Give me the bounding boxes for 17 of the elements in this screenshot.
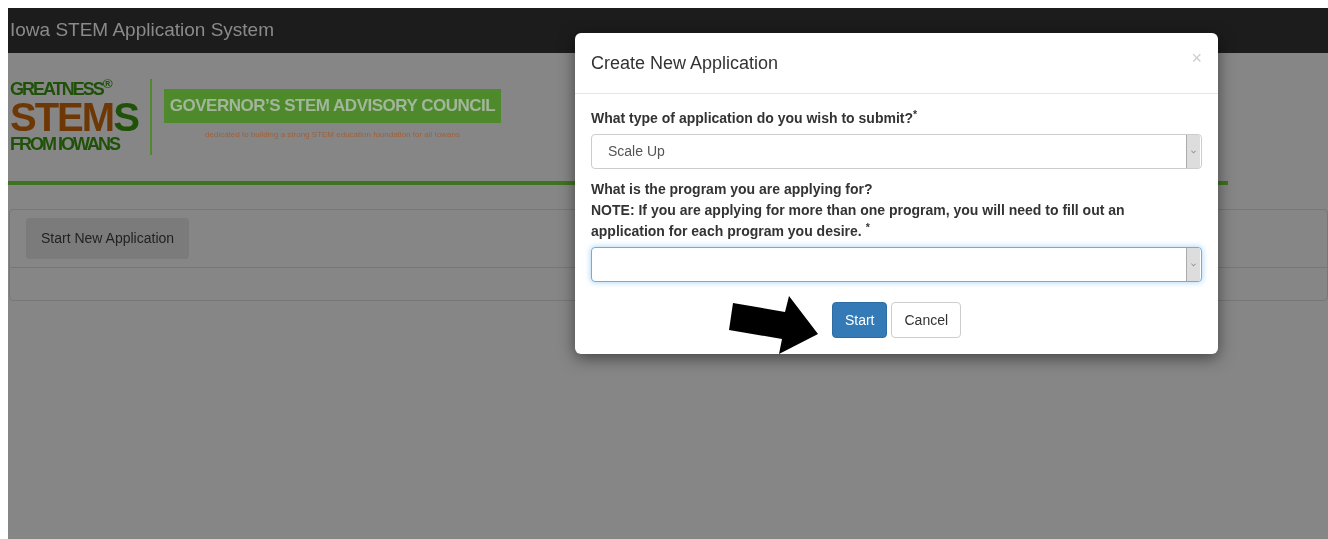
logo-text: GREATNESS$^{®}$ [10, 80, 113, 98]
navbar-title: Iowa STEM Application System [10, 18, 274, 43]
start-button[interactable]: Start [831, 302, 888, 338]
field-label: What is the program you are applying for? NOTE: If you are applying for more than one program, you will need to fill out an application for each program you desire. $^{*}$ [591, 180, 1126, 241]
start-new-application-button[interactable]: Start New Application [26, 218, 190, 259]
modal-title: Create New Application [591, 51, 779, 75]
select-field[interactable]: Scale Up [591, 134, 1202, 169]
council-banner: GOVERNOR’S STEM ADVISORY COUNCIL [163, 89, 502, 123]
logo-text: FROM IOWANS [10, 136, 121, 154]
chevron-down-icon [1186, 135, 1200, 168]
select-field[interactable] [591, 247, 1202, 282]
field-label: What type of application do you wish to submit?$^{*}$ [591, 108, 919, 128]
arrow-icon [727, 294, 820, 356]
logo-text: STEMS [10, 98, 138, 136]
cancel-button[interactable]: Cancel [891, 302, 962, 338]
select-value: Scale Up [608, 143, 665, 159]
chevron-down-icon [1186, 248, 1200, 281]
